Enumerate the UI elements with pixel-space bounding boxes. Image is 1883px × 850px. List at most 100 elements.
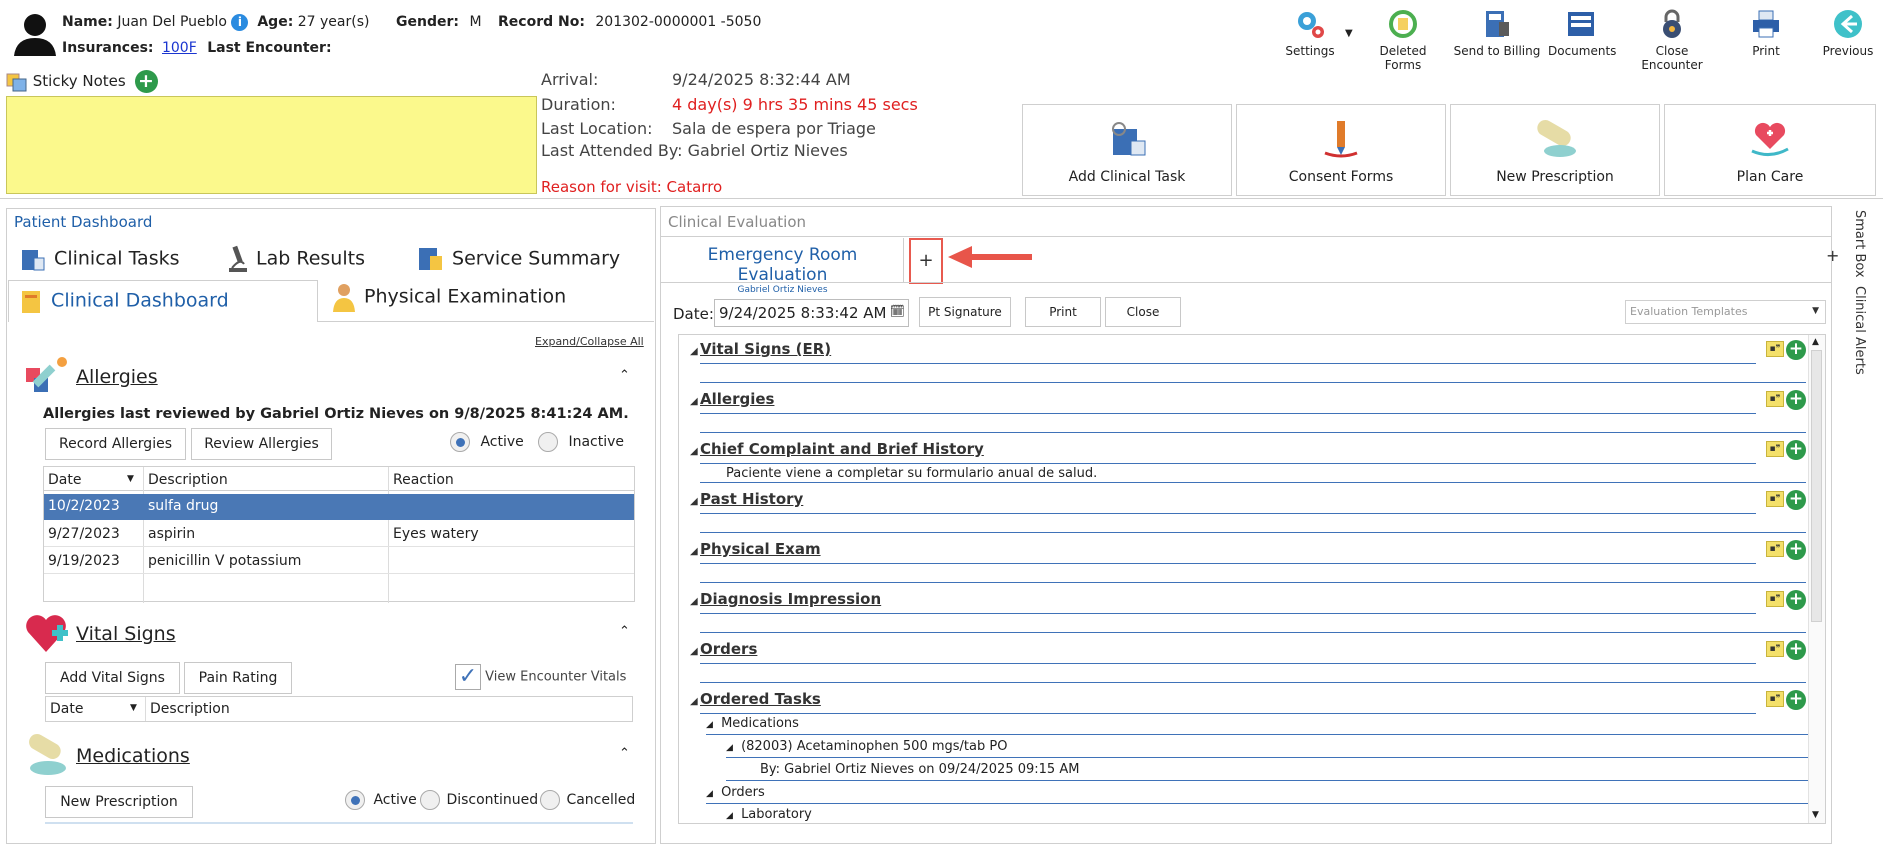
expand-triangle-icon[interactable]: ◢ xyxy=(726,811,733,821)
add-section-item-icon[interactable]: + xyxy=(1786,440,1806,460)
vitals-col-description[interactable]: Description xyxy=(150,701,230,717)
expand-triangle-icon[interactable]: ◢ xyxy=(690,496,698,507)
tree-node-medications[interactable]: ◢ Medications xyxy=(706,716,799,731)
add-section-item-icon[interactable]: + xyxy=(1786,490,1806,510)
quote-note-icon[interactable]: ▪❞ xyxy=(1766,341,1784,357)
expand-triangle-icon[interactable]: ◢ xyxy=(690,346,698,357)
sort-icon[interactable]: ▼ xyxy=(130,703,137,713)
expand-triangle-icon[interactable]: ◢ xyxy=(690,596,698,607)
section-ordered-tasks[interactable]: ◢ Ordered Tasks ▪❞ + xyxy=(690,690,1806,714)
tab-lab-results[interactable]: Lab Results xyxy=(226,244,365,274)
tab-emergency-room-evaluation[interactable]: Emergency Room Evaluation Gabriel Ortiz … xyxy=(662,238,904,295)
expand-collapse-all-link[interactable]: Expand/Collapse All xyxy=(535,335,644,348)
record-allergies-button[interactable]: Record Allergies xyxy=(45,428,186,460)
settings-button[interactable]: Settings xyxy=(1280,8,1340,58)
quote-note-icon[interactable]: ▪❞ xyxy=(1766,691,1784,707)
deleted-forms-button[interactable]: Deleted Forms xyxy=(1360,8,1446,72)
radio-inactive-allergies[interactable] xyxy=(538,432,558,452)
info-icon[interactable]: i xyxy=(231,14,249,31)
expand-triangle-icon[interactable]: ◢ xyxy=(690,446,698,457)
tree-node-medication-item[interactable]: ◢ (82003) Acetaminophen 500 mgs/tab PO xyxy=(726,739,1007,754)
expand-triangle-icon[interactable]: ◢ xyxy=(726,743,733,753)
chevron-down-icon[interactable]: ▼ xyxy=(1812,306,1819,316)
radio-active-allergies[interactable] xyxy=(450,432,470,452)
expand-triangle-icon[interactable]: ◢ xyxy=(706,720,713,730)
table-row[interactable] xyxy=(44,494,634,520)
quote-note-icon[interactable]: ▪❞ xyxy=(1766,441,1784,457)
section-allergies[interactable]: ◢ Allergies ▪❞ + xyxy=(690,390,1806,433)
quote-note-icon[interactable]: ▪❞ xyxy=(1766,391,1784,407)
allergies-inactive-radio[interactable]: Inactive xyxy=(538,432,624,452)
consent-forms-tile[interactable]: Consent Forms xyxy=(1236,104,1446,196)
tab-clinical-alerts[interactable]: Clinical Alerts xyxy=(1852,286,1867,375)
vitals-col-date[interactable]: Date xyxy=(50,701,83,717)
add-vital-signs-button[interactable]: Add Vital Signs xyxy=(45,662,180,694)
tab-clinical-dashboard[interactable]: Clinical Dashboard xyxy=(8,280,318,322)
collapse-vitals-icon[interactable]: ⌃ xyxy=(619,624,630,639)
radio-discontinued-medications[interactable] xyxy=(420,790,440,810)
chevron-down-icon[interactable]: ▼ xyxy=(1345,28,1353,39)
send-to-billing-button[interactable]: Send to Billing xyxy=(1450,8,1544,58)
review-allergies-button[interactable]: Review Allergies xyxy=(191,428,332,460)
tree-node-laboratory[interactable]: ◢ Laboratory xyxy=(726,807,812,822)
view-encounter-vitals-checkbox[interactable]: ✓ View Encounter Vitals xyxy=(455,664,626,690)
sticky-notes-area[interactable] xyxy=(6,96,537,194)
insurance-link[interactable]: 100F xyxy=(162,40,197,56)
col-header-description[interactable]: Description xyxy=(148,472,228,488)
sort-icon[interactable]: ▼ xyxy=(127,474,134,484)
col-header-date[interactable]: Date xyxy=(48,472,81,488)
quote-note-icon[interactable]: ▪❞ xyxy=(1766,541,1784,557)
medications-active-radio[interactable]: Active xyxy=(345,790,417,810)
evaluation-close-button[interactable]: Close xyxy=(1105,297,1181,327)
print-button[interactable]: Print xyxy=(1736,8,1796,58)
pain-rating-button[interactable]: Pain Rating xyxy=(184,662,292,694)
pt-signature-button[interactable]: Pt Signature xyxy=(919,297,1011,327)
collapse-allergies-icon[interactable]: ⌃ xyxy=(619,368,630,383)
section-orders[interactable]: ◢ Orders ▪❞ + xyxy=(690,640,1806,683)
table-row[interactable] xyxy=(44,521,634,547)
section-physical-exam[interactable]: ◢ Physical Exam ▪❞ + xyxy=(690,540,1806,583)
medications-discontinued-radio[interactable]: Discontinued xyxy=(420,790,538,810)
col-header-reaction[interactable]: Reaction xyxy=(393,472,454,488)
expand-triangle-icon[interactable]: ◢ xyxy=(690,696,698,707)
section-vital-signs-er[interactable]: ◢ Vital Signs (ER) ▪❞ + xyxy=(690,340,1806,383)
quote-note-icon[interactable]: ▪❞ xyxy=(1766,641,1784,657)
documents-button[interactable]: Documents xyxy=(1548,8,1616,58)
evaluation-templates-select[interactable]: Evaluation Templates ▼ xyxy=(1625,300,1826,324)
scroll-up-arrow[interactable]: ▲ xyxy=(1812,337,1819,347)
new-prescription-tile[interactable]: New Prescription xyxy=(1450,104,1660,196)
add-section-item-icon[interactable]: + xyxy=(1786,390,1806,410)
add-section-item-icon[interactable]: + xyxy=(1786,590,1806,610)
radio-cancelled-medications[interactable] xyxy=(540,790,560,810)
tab-physical-examination[interactable]: Physical Examination xyxy=(330,282,566,312)
expand-triangle-icon[interactable]: ◢ xyxy=(690,396,698,407)
close-encounter-button[interactable]: Close Encounter xyxy=(1624,8,1720,72)
expand-triangle-icon[interactable]: ◢ xyxy=(706,789,713,799)
radio-active-medications[interactable] xyxy=(345,790,365,810)
add-evaluation-tab-button[interactable]: + xyxy=(909,238,943,284)
tab-service-summary[interactable]: Service Summary xyxy=(416,244,620,274)
table-row[interactable] xyxy=(44,548,634,574)
section-chief-complaint[interactable]: ◢ Chief Complaint and Brief History ▪❞ +… xyxy=(690,440,1806,483)
plan-care-tile[interactable]: Plan Care xyxy=(1664,104,1876,196)
section-past-history[interactable]: ◢ Past History ▪❞ + xyxy=(690,490,1806,533)
add-sticky-note-icon[interactable]: + xyxy=(134,70,158,93)
scroll-thumb[interactable] xyxy=(1811,350,1822,622)
allergies-active-radio[interactable]: Active xyxy=(450,432,524,452)
add-panel-button[interactable]: + xyxy=(1826,246,1839,265)
tab-clinical-tasks[interactable]: Clinical Tasks xyxy=(18,244,180,274)
medications-cancelled-radio[interactable]: Cancelled xyxy=(540,790,635,810)
quote-note-icon[interactable]: ▪❞ xyxy=(1766,491,1784,507)
tab-smart-box[interactable]: Smart Box xyxy=(1852,210,1867,278)
tree-node-orders[interactable]: ◢ Orders xyxy=(706,785,765,800)
section-diagnosis-impression[interactable]: ◢ Diagnosis Impression ▪❞ + xyxy=(690,590,1806,633)
expand-triangle-icon[interactable]: ◢ xyxy=(690,546,698,557)
checkbox-checked-icon[interactable]: ✓ xyxy=(455,664,481,690)
collapse-medications-icon[interactable]: ⌃ xyxy=(619,746,630,761)
date-field[interactable]: 9/24/2025 8:33:42 AM 🗓 xyxy=(714,299,909,327)
add-section-item-icon[interactable]: + xyxy=(1786,690,1806,710)
calendar-icon[interactable]: 🗓 xyxy=(890,304,905,318)
add-section-item-icon[interactable]: + xyxy=(1786,340,1806,360)
add-clinical-task-tile[interactable]: Add Clinical Task xyxy=(1022,104,1232,196)
quote-note-icon[interactable]: ▪❞ xyxy=(1766,591,1784,607)
